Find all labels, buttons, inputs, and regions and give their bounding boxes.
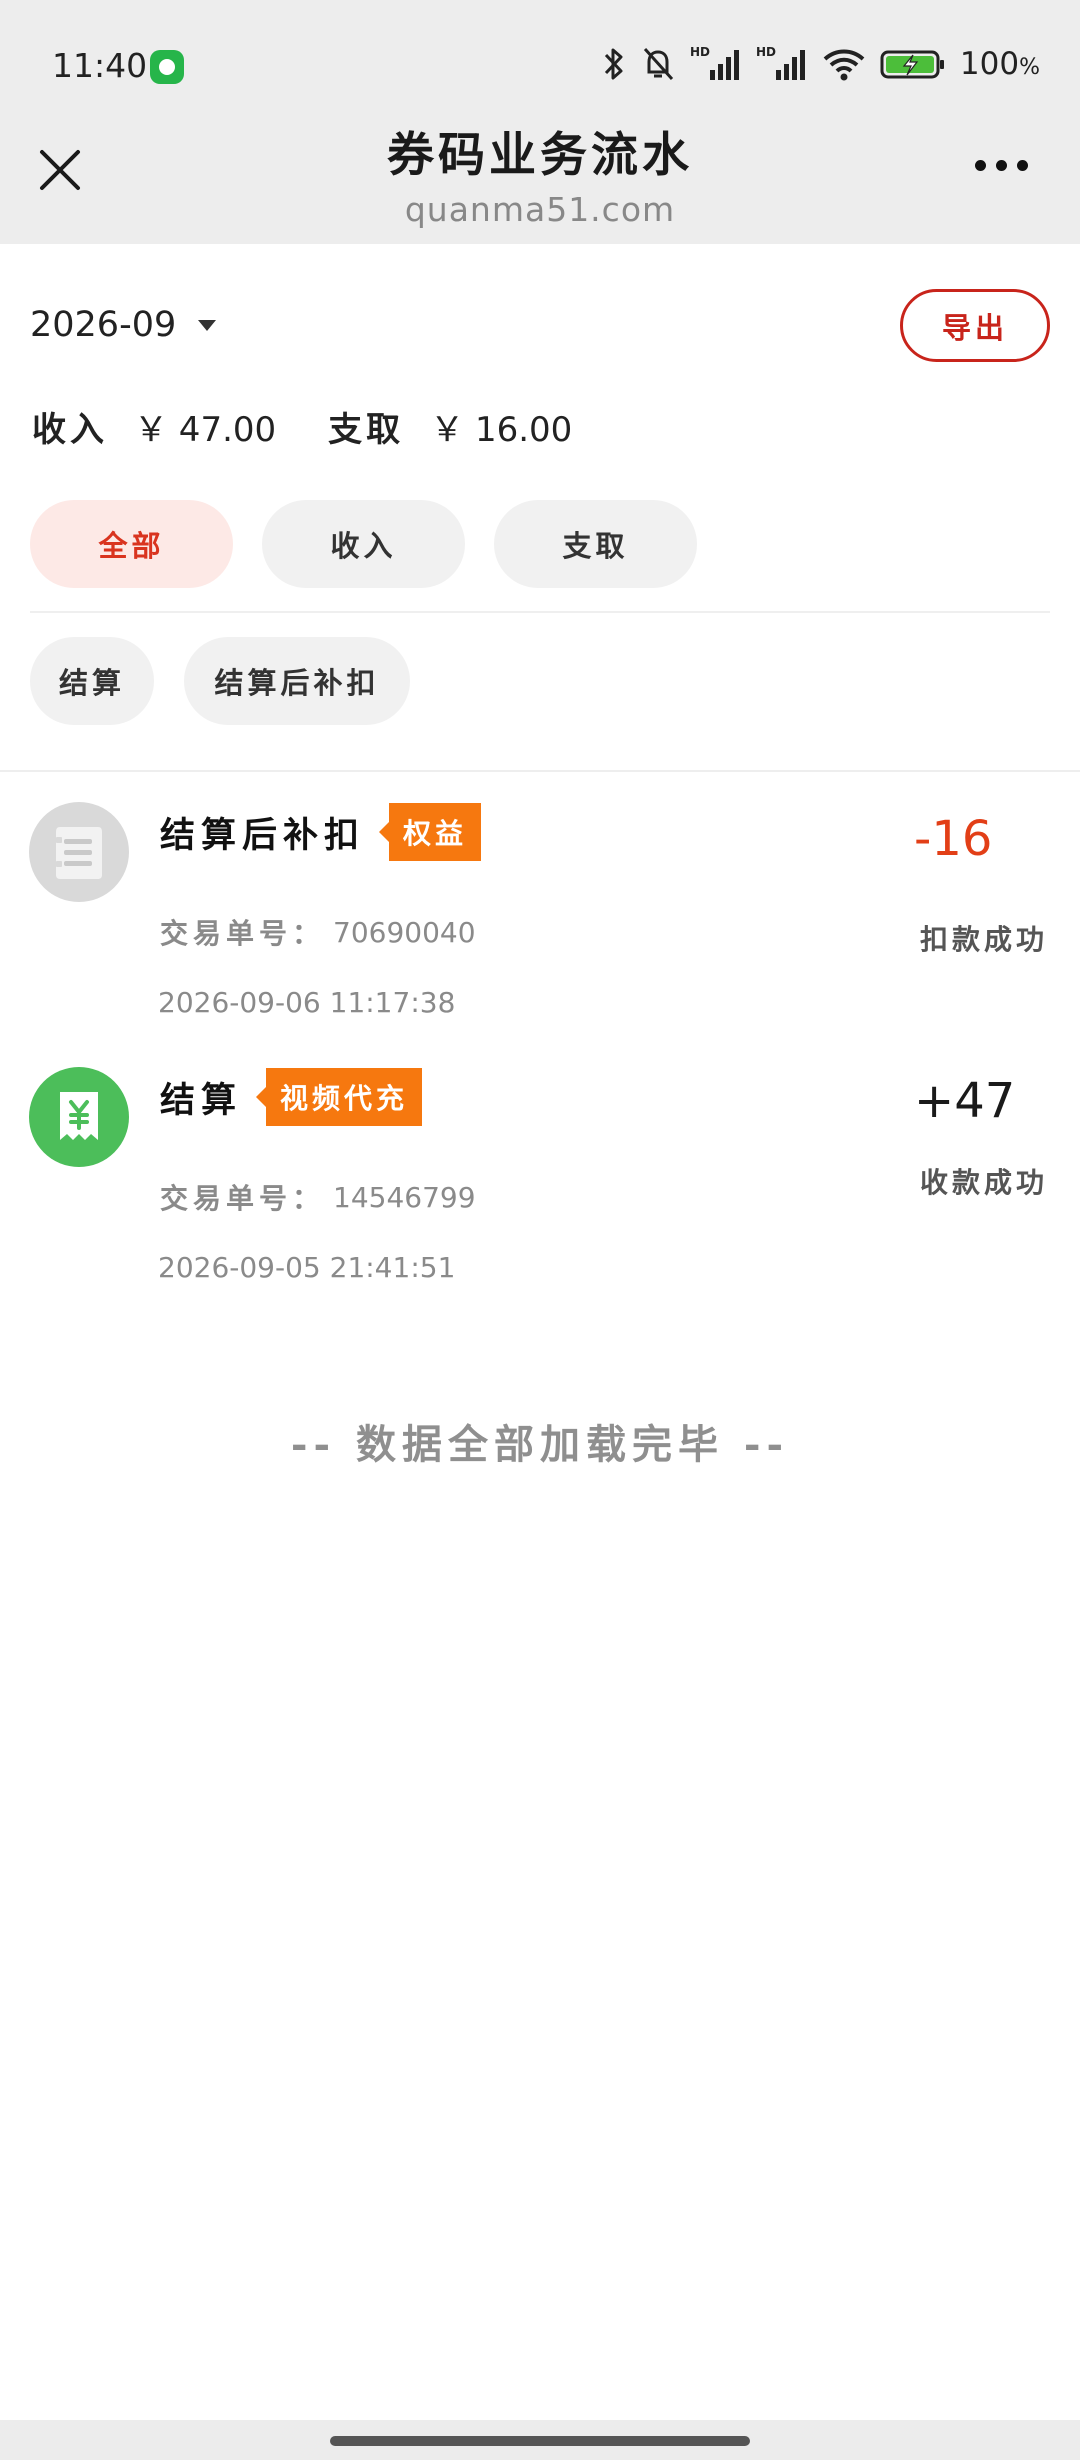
filter-chip-settlement[interactable]: 结算: [30, 637, 154, 725]
status-icons: HD HD 100%: [602, 44, 1040, 84]
more-dot: [975, 160, 986, 171]
silent-bell-icon: [643, 47, 674, 81]
battery-unit: %: [1019, 55, 1040, 80]
page-domain: quanma51.com: [404, 190, 676, 229]
order-label: 交易单号：: [160, 917, 326, 950]
more-dot: [1017, 160, 1028, 171]
transaction-status: 收款成功: [919, 1166, 1048, 1199]
income-label: 收入: [32, 410, 108, 450]
month-value: 2026-09: [30, 305, 177, 345]
transaction-title: 结算后补扣: [160, 814, 366, 856]
tab-income[interactable]: 收入: [262, 500, 465, 588]
order-number: 14546799: [333, 1180, 476, 1214]
transaction-time: 2026-09-05 21:41:51: [158, 1251, 456, 1284]
transaction-title: 结算: [160, 1079, 243, 1121]
month-picker[interactable]: 2026-09: [30, 305, 217, 345]
summary-row: 收入 ￥ 47.00 支取 ￥ 16.00: [32, 402, 572, 451]
battery-charging-icon: [880, 50, 944, 79]
wifi-icon: [823, 49, 865, 81]
transaction-tag: 权益: [379, 803, 482, 861]
page-title: 券码业务流水: [387, 128, 693, 183]
list-end-note: -- 数据全部加载完毕 --: [290, 1421, 790, 1468]
signal-hd-icon: HD: [690, 45, 739, 80]
transaction-title-row: 结算 视频代充: [160, 1067, 423, 1127]
svg-text:HD: HD: [756, 45, 776, 59]
battery-level-value: 100: [959, 46, 1020, 82]
more-options-icon[interactable]: [975, 160, 1028, 171]
transaction-amount: -16: [914, 811, 993, 867]
tab-all[interactable]: 全部: [30, 500, 233, 588]
caret-down-icon: [198, 319, 217, 331]
more-dot: [996, 160, 1007, 171]
divider: [30, 611, 1050, 613]
svg-text:HD: HD: [690, 45, 710, 59]
signal-hd-icon-2: HD: [756, 45, 805, 80]
order-number: 70690040: [333, 915, 476, 949]
transaction-status: 扣款成功: [919, 923, 1048, 956]
order-label: 交易单号：: [160, 1182, 326, 1215]
bluetooth-icon: [604, 48, 623, 80]
filter-chip-settlement-deduction[interactable]: 结算后补扣: [184, 637, 410, 725]
export-button[interactable]: 导出: [900, 289, 1050, 362]
tab-expense[interactable]: 支取: [494, 500, 697, 588]
transaction-order: 交易单号： 14546799: [160, 1177, 476, 1217]
expense-label: 支取: [328, 410, 405, 450]
battery-level: 100%: [960, 46, 1040, 82]
transaction-order: 交易单号： 70690040: [160, 912, 476, 952]
income-total: ￥ 47.00: [134, 410, 277, 450]
transaction-title-row: 结算后补扣 权益: [160, 802, 482, 862]
expense-total: ￥ 16.00: [430, 410, 573, 450]
transaction-amount: +47: [914, 1073, 1016, 1129]
yuan-receipt-icon: [29, 1067, 129, 1167]
top-bar: 11:40 HD HD 100% 券码业务流水 quanma51.com: [0, 0, 1080, 244]
transaction-time: 2026-09-06 11:17:38: [158, 986, 456, 1019]
home-indicator[interactable]: [330, 2436, 750, 2446]
section-divider: [0, 770, 1080, 772]
transaction-tag: 视频代充: [256, 1068, 423, 1126]
receipt-list-icon: [29, 802, 129, 902]
status-time: 11:40: [52, 46, 148, 85]
app-notification-icon: [150, 50, 184, 84]
